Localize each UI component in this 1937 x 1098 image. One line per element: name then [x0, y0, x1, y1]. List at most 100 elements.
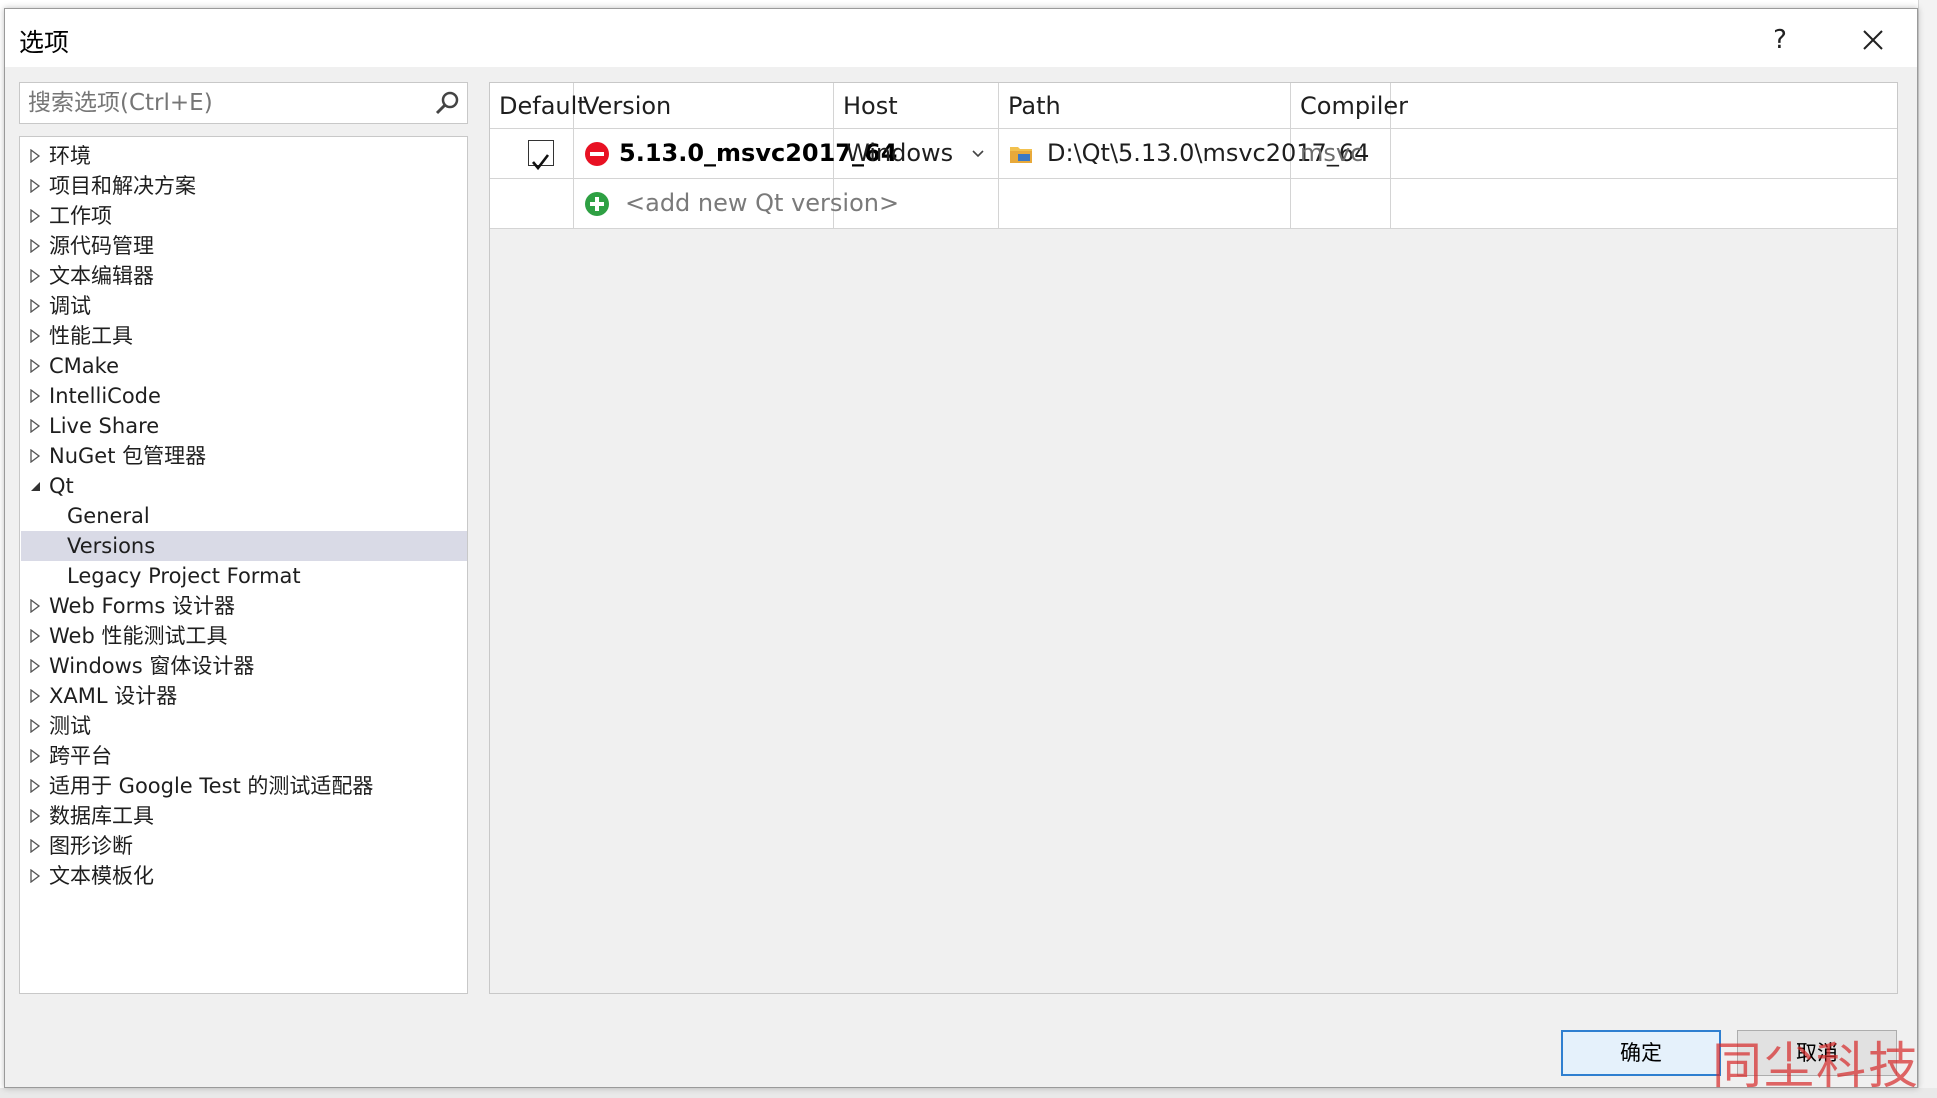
search-input[interactable]	[20, 83, 420, 123]
tree-item-label: 调试	[49, 294, 91, 318]
collapsed-triangle-icon[interactable]	[29, 149, 41, 163]
tree-item-跨平台[interactable]: 跨平台	[21, 741, 467, 771]
tree-item-调试[interactable]: 调试	[21, 291, 467, 321]
tree-item-web-forms-设计器[interactable]: Web Forms 设计器	[21, 591, 467, 621]
tree-item-xaml-设计器[interactable]: XAML 设计器	[21, 681, 467, 711]
compiler-value: msvc	[1300, 139, 1364, 167]
tree-item-general[interactable]: General	[21, 501, 467, 531]
tree-item-数据库工具[interactable]: 数据库工具	[21, 801, 467, 831]
collapsed-triangle-icon[interactable]	[29, 329, 41, 343]
collapsed-triangle-icon[interactable]	[29, 359, 41, 373]
tree-item-qt[interactable]: Qt	[21, 471, 467, 501]
table-row[interactable]: 5.13.0_msvc2017_64 Windows D:\Qt\5.13.0\…	[490, 129, 1897, 179]
background-window-edge	[1918, 0, 1937, 1098]
default-checkbox[interactable]	[528, 140, 554, 171]
tree-item-label: Windows 窗体设计器	[49, 654, 255, 678]
qt-versions-grid: Default Version Host Path Compiler 5.13.…	[489, 82, 1898, 994]
collapsed-triangle-icon[interactable]	[29, 659, 41, 673]
collapsed-triangle-icon[interactable]	[29, 179, 41, 193]
tree-item-label: 适用于 Google Test 的测试适配器	[49, 774, 374, 798]
collapsed-triangle-icon[interactable]	[29, 629, 41, 643]
column-header-compiler[interactable]: Compiler	[1291, 83, 1408, 129]
tree-item-label: 工作项	[49, 204, 112, 228]
collapsed-triangle-icon[interactable]	[29, 749, 41, 763]
host-cell[interactable]: Windows	[834, 129, 999, 178]
collapsed-triangle-icon[interactable]	[29, 809, 41, 823]
empty-cell	[999, 179, 1291, 228]
version-cell[interactable]: 5.13.0_msvc2017_64	[574, 129, 897, 178]
collapsed-triangle-icon[interactable]	[29, 599, 41, 613]
tree-item-项目和解决方案[interactable]: 项目和解决方案	[21, 171, 467, 201]
tree-item-label: Live Share	[49, 414, 160, 438]
tree-item-文本编辑器[interactable]: 文本编辑器	[21, 261, 467, 291]
tree-item-label: CMake	[49, 354, 119, 378]
tree-item-legacy-project-format[interactable]: Legacy Project Format	[21, 561, 467, 591]
tree-item-web-性能测试工具[interactable]: Web 性能测试工具	[21, 621, 467, 651]
tree-item-label: 文本编辑器	[49, 264, 154, 288]
tree-item-label: Qt	[49, 474, 74, 498]
tree-item-label: 图形诊断	[49, 834, 133, 858]
tree-item-label: IntelliCode	[49, 384, 161, 408]
host-select-value[interactable]: Windows	[846, 129, 953, 178]
close-button[interactable]	[1840, 17, 1906, 63]
tree-item-label: Versions	[67, 534, 156, 558]
cancel-button[interactable]: 取消	[1737, 1030, 1897, 1076]
tree-item-适用于-google-test-的测试适配器[interactable]: 适用于 Google Test 的测试适配器	[21, 771, 467, 801]
tree-item-nuget-包管理器[interactable]: NuGet 包管理器	[21, 441, 467, 471]
collapsed-triangle-icon[interactable]	[29, 419, 41, 433]
chevron-down-icon[interactable]	[972, 149, 984, 158]
tree-item-label: 跨平台	[49, 744, 112, 768]
add-version-cell[interactable]: <add new Qt version>	[574, 179, 899, 228]
tree-item-工作项[interactable]: 工作项	[21, 201, 467, 231]
tree-item-测试[interactable]: 测试	[21, 711, 467, 741]
tree-item-intellicode[interactable]: IntelliCode	[21, 381, 467, 411]
close-icon	[1863, 30, 1883, 50]
search-icon[interactable]	[433, 89, 461, 117]
tree-item-cmake[interactable]: CMake	[21, 351, 467, 381]
collapsed-triangle-icon[interactable]	[29, 299, 41, 313]
collapsed-triangle-icon[interactable]	[29, 779, 41, 793]
add-icon[interactable]	[584, 191, 610, 217]
tree-item-label: 文本模板化	[49, 864, 154, 888]
dialog-title: 选项	[19, 28, 70, 57]
column-header-default[interactable]: Default	[490, 83, 587, 129]
path-cell[interactable]: D:\Qt\5.13.0\msvc2017_64	[999, 129, 1369, 178]
remove-version-icon[interactable]	[584, 141, 610, 167]
tree-item-label: 测试	[49, 714, 91, 738]
collapsed-triangle-icon[interactable]	[29, 449, 41, 463]
column-header-host[interactable]: Host	[834, 83, 999, 129]
collapsed-triangle-icon[interactable]	[29, 839, 41, 853]
tree-item-label: 性能工具	[49, 324, 133, 348]
default-cell	[490, 129, 574, 178]
tree-item-live-share[interactable]: Live Share	[21, 411, 467, 441]
tree-item-label: Web 性能测试工具	[49, 624, 228, 648]
tree-item-文本模板化[interactable]: 文本模板化	[21, 861, 467, 891]
collapsed-triangle-icon[interactable]	[29, 719, 41, 733]
collapsed-triangle-icon[interactable]	[29, 869, 41, 883]
collapsed-triangle-icon[interactable]	[29, 269, 41, 283]
expanded-triangle-icon[interactable]	[29, 479, 41, 493]
tree-item-图形诊断[interactable]: 图形诊断	[21, 831, 467, 861]
tree-item-环境[interactable]: 环境	[21, 141, 467, 171]
tree-item-versions[interactable]: Versions	[21, 531, 467, 561]
tree-item-label: 源代码管理	[49, 234, 154, 258]
tree-item-性能工具[interactable]: 性能工具	[21, 321, 467, 351]
tree-item-源代码管理[interactable]: 源代码管理	[21, 231, 467, 261]
collapsed-triangle-icon[interactable]	[29, 389, 41, 403]
collapsed-triangle-icon[interactable]	[29, 209, 41, 223]
ok-button[interactable]: 确定	[1561, 1030, 1721, 1076]
options-tree: 环境项目和解决方案 工作项源代码管理文本编辑器调试性能工具 CMake Intelli…	[19, 136, 468, 994]
tree-item-windows-窗体设计器[interactable]: Windows 窗体设计器	[21, 651, 467, 681]
tree-item-label: 环境	[49, 144, 91, 168]
help-button[interactable]: ?	[1757, 17, 1803, 63]
empty-cell	[490, 179, 574, 228]
add-version-row[interactable]: <add new Qt version>	[490, 179, 1897, 229]
collapsed-triangle-icon[interactable]	[29, 689, 41, 703]
compiler-cell: msvc	[1291, 129, 1391, 178]
folder-icon[interactable]	[1009, 144, 1033, 164]
tree-item-label: 项目和解决方案	[49, 174, 196, 198]
column-header-path[interactable]: Path	[999, 83, 1291, 129]
options-dialog: 选项 ? 环境项目和解决方案工作项源代码管理文本编辑器调试性能工具 CMake In…	[4, 8, 1918, 1088]
collapsed-triangle-icon[interactable]	[29, 239, 41, 253]
column-header-version[interactable]: Version	[574, 83, 834, 129]
